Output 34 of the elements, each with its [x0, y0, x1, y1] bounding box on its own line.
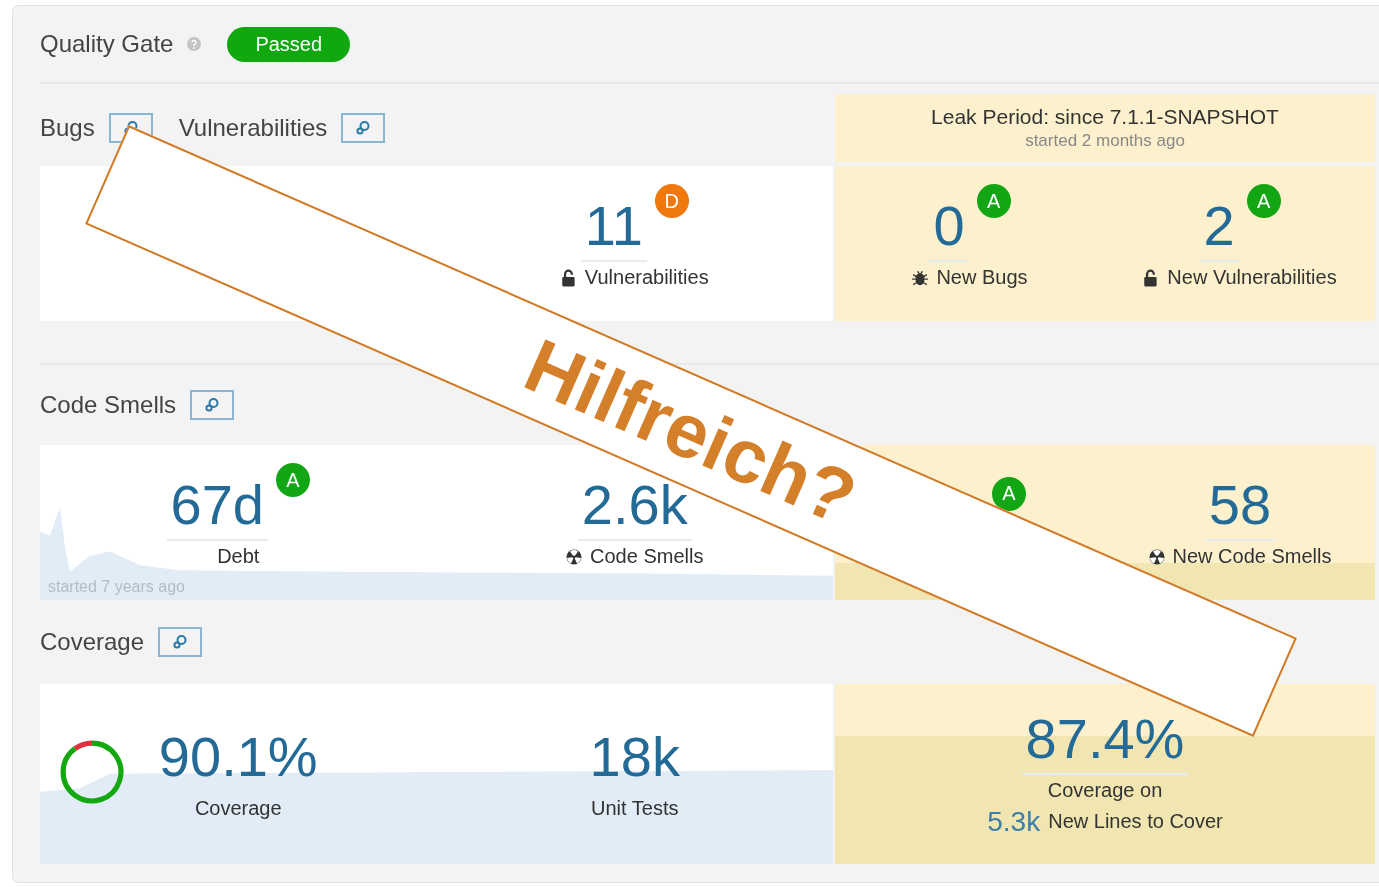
padlock-icon	[560, 268, 577, 287]
radiation-icon	[1148, 547, 1165, 566]
measure-value[interactable]: 11	[580, 198, 647, 262]
measure-value[interactable]: 2	[1199, 198, 1239, 262]
rating-badge: A	[275, 463, 310, 497]
measure-value[interactable]: 58	[1204, 477, 1276, 541]
link-button[interactable]	[158, 627, 203, 657]
bug-icon	[912, 268, 929, 287]
measure-value[interactable]: 0	[929, 198, 969, 262]
link-button[interactable]	[190, 390, 235, 420]
padlock-icon	[1143, 268, 1160, 287]
measure-value[interactable]: 90.1%	[154, 728, 322, 793]
quality-gate-label: Quality Gate	[40, 30, 174, 58]
rating-badge: A	[976, 184, 1011, 218]
coverage-donut	[58, 738, 125, 805]
measure-label: New Bugs	[936, 266, 1028, 289]
measure-label: New Lines to Cover	[1048, 810, 1223, 833]
rating-badge: A	[992, 476, 1026, 511]
measure-label: Coverage	[194, 796, 282, 820]
measure-label: Vulnerabilities	[584, 266, 709, 289]
measure-value[interactable]: 67d	[166, 477, 268, 541]
radiation-icon	[566, 547, 583, 566]
measure-label: Code Smells	[590, 545, 704, 568]
measure-value[interactable]: 5.3k	[987, 805, 1041, 838]
leak-period-subtitle: started 2 months ago	[1025, 131, 1185, 151]
measure-label: Unit Tests	[591, 796, 679, 820]
status-badge: Passed	[227, 26, 351, 62]
link-button[interactable]	[341, 113, 386, 143]
rating-badge: A	[1246, 184, 1281, 218]
measure-label: Coverage on	[1047, 778, 1163, 802]
measure-value[interactable]: 18k	[585, 728, 684, 793]
measure-label: Debt	[217, 545, 260, 568]
measure-value[interactable]: 87.4%	[1021, 710, 1189, 775]
rating-badge: D	[654, 184, 689, 218]
